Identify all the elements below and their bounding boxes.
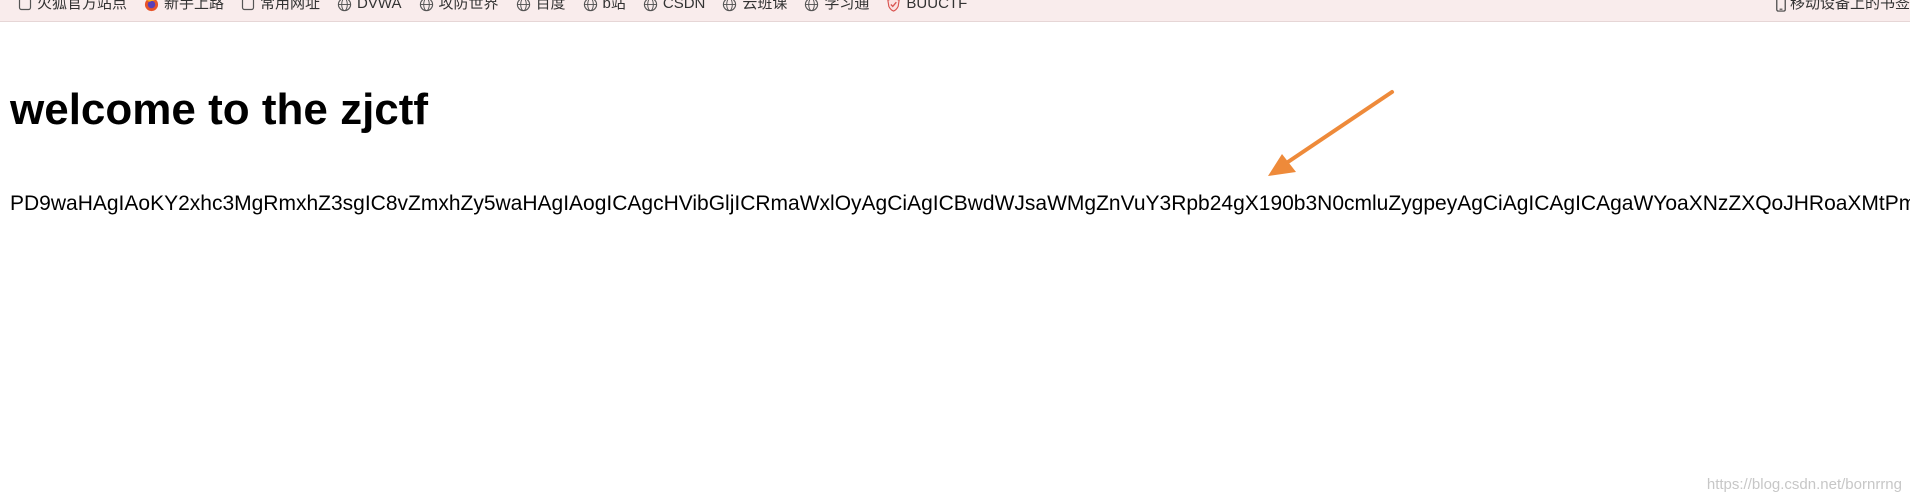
bookmark-item-buuctf[interactable]: BUUCTF: [886, 0, 967, 14]
firefox-icon: [144, 0, 159, 11]
shield-icon: [887, 0, 901, 12]
globe-icon: [516, 0, 530, 11]
bookmark-label: 攻防世界: [438, 0, 499, 12]
globe-icon: [723, 0, 737, 11]
globe-icon: [583, 0, 597, 11]
bookmark-label: 百度: [535, 0, 566, 12]
bookmark-item-baidu[interactable]: 百度: [516, 0, 566, 14]
bookmark-label: 新手上路: [164, 0, 225, 12]
bookmark-list: 火狐官方站点 新手上路 常用网址 DVWA 攻防世界 百度 b站 CSDN 云班…: [18, 0, 984, 14]
encoded-source-text: PD9waHAgIAoKY2xhc3MgRmxhZ3sgIC8vZmxhZy5w…: [10, 192, 1910, 215]
globe-icon: [337, 0, 352, 11]
globe-icon: [643, 0, 658, 11]
mobile-phone-icon: [1776, 0, 1786, 12]
page-icon: [241, 0, 255, 11]
bookmark-item-bilibili[interactable]: b站: [583, 0, 626, 14]
page-icon: [18, 0, 32, 11]
bookmark-item-chaoxing[interactable]: 学习通: [804, 0, 869, 14]
mobile-bookmarks-folder[interactable]: 移动设备上的书签: [1775, 0, 1910, 14]
bookmark-label: 火狐官方站点: [37, 0, 128, 12]
bookmark-label: BUUCTF: [906, 0, 968, 12]
bookmark-item-csdn[interactable]: CSDN: [643, 0, 706, 14]
watermark: https://blog.csdn.net/bornrrng: [1706, 476, 1902, 493]
bookmark-label: 云班课: [742, 0, 788, 12]
bookmark-item-dvwa[interactable]: DVWA: [337, 0, 402, 14]
orange-arrow-icon: [1268, 90, 1394, 176]
bookmark-item-getting-started[interactable]: 新手上路: [144, 0, 224, 14]
bookmark-item-firefox-official[interactable]: 火狐官方站点: [18, 0, 127, 14]
globe-icon: [419, 0, 433, 11]
mobile-bookmarks-label: 移动设备上的书签: [1789, 0, 1910, 12]
bookmarks-toolbar: 火狐官方站点 新手上路 常用网址 DVWA 攻防世界 百度 b站 CSDN 云班…: [0, 0, 1910, 22]
bookmark-item-attack-defense-world[interactable]: 攻防世界: [419, 0, 499, 14]
bookmark-item-common-sites[interactable]: 常用网址: [241, 0, 320, 14]
bookmark-label: DVWA: [357, 0, 402, 12]
bookmark-label: b站: [602, 0, 626, 12]
page-heading: welcome to the zjctf: [10, 85, 429, 134]
bookmark-label: 常用网址: [260, 0, 321, 12]
globe-icon: [805, 0, 819, 11]
bookmark-label: 学习通: [824, 0, 870, 12]
bookmark-label: CSDN: [662, 0, 706, 12]
bookmark-item-mosoteach[interactable]: 云班课: [722, 0, 787, 14]
